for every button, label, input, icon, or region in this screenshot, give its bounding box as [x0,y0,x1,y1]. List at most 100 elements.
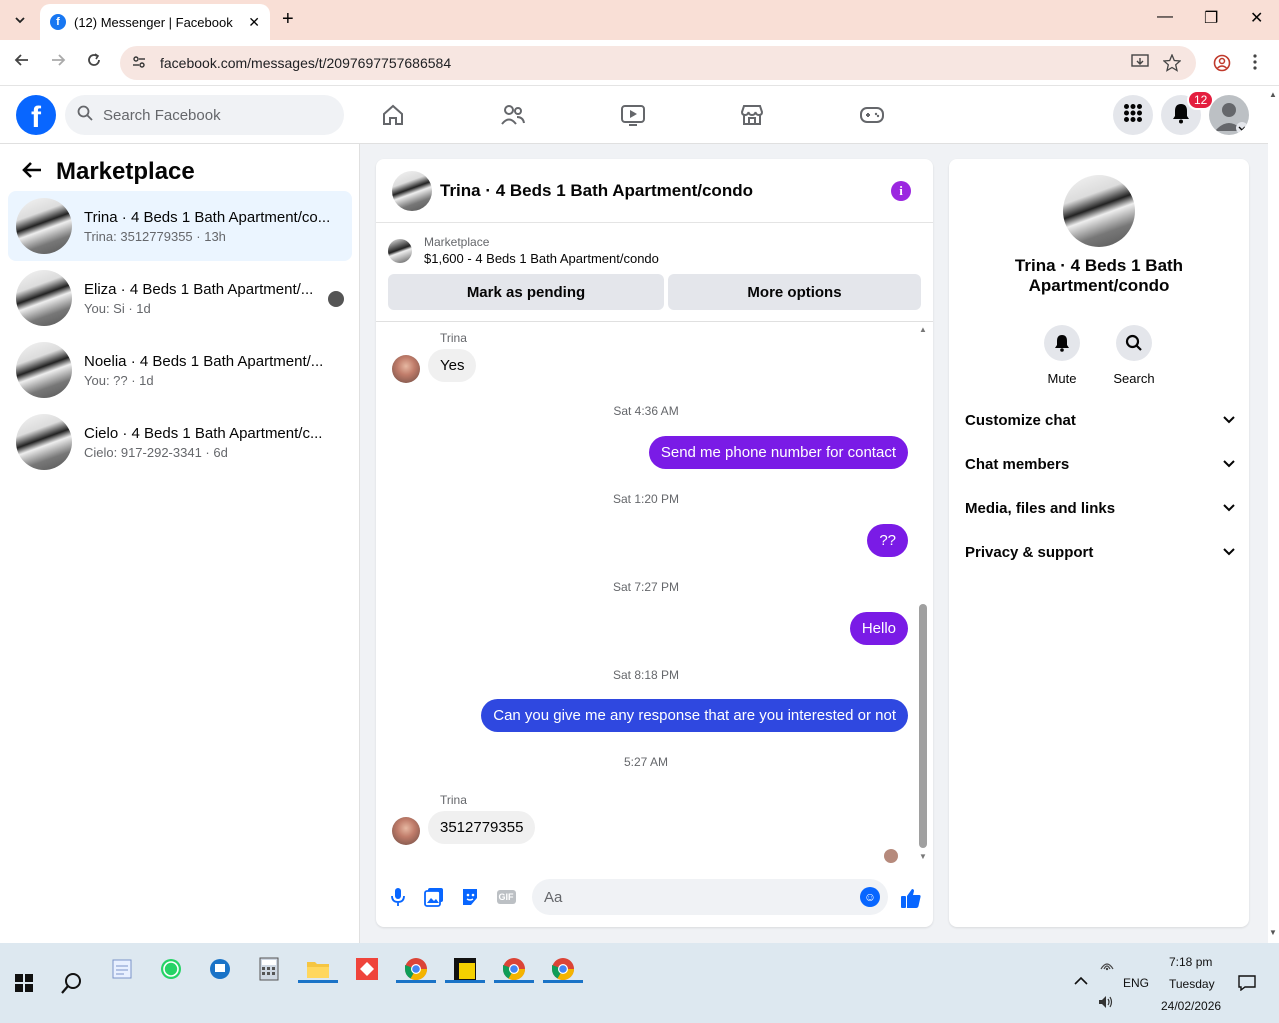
back-arrow-icon[interactable] [14,52,30,73]
info-icon[interactable]: i [891,181,911,201]
sticker-icon[interactable] [460,887,480,907]
account-avatar[interactable] [1209,95,1249,135]
anydesk-app-icon[interactable] [349,951,385,987]
conversation-name: Trina · 4 Beds 1 Bath Apartment/co... [84,208,331,226]
sender-avatar[interactable] [392,817,420,845]
taskbar-search-icon[interactable] [54,965,90,1001]
show-hidden-icons-chevron-icon[interactable] [1074,975,1088,989]
scroll-up-icon[interactable]: ▲ [919,325,927,334]
clock-time[interactable]: 7:18 pm [1169,955,1212,969]
wifi-icon[interactable] [1100,957,1114,974]
chat-members-row[interactable]: Chat members [965,449,1235,479]
marketplace-icon[interactable] [738,102,766,128]
outgoing-message[interactable]: Can you give me any response that are yo… [481,699,908,732]
notification-center-icon[interactable] [1238,975,1256,994]
search-in-conversation-button[interactable]: Search [1094,325,1174,386]
install-app-icon[interactable] [1131,54,1149,75]
message-input[interactable]: Aa ☺ [532,879,888,915]
photo-icon[interactable] [424,887,444,907]
gif-label: GIF [496,890,516,904]
listing-mini-thumbnail [388,238,412,263]
scroll-up-icon[interactable]: ▲ [1269,90,1277,99]
conversation-item[interactable]: Noelia · 4 Beds 1 Bath Apartment/... You… [8,335,352,405]
browser-menu-icon[interactable] [1253,54,1257,75]
running-indicator [298,980,338,983]
chat-scrollbar-thumb[interactable] [919,604,927,848]
tab-search-icon[interactable] [8,8,32,32]
clock-date[interactable]: 24/02/2026 [1161,999,1221,1013]
running-indicator [494,980,534,983]
incoming-message[interactable]: Yes [428,349,477,382]
sender-avatar[interactable] [392,355,420,383]
language-indicator[interactable]: ENG [1123,976,1149,990]
outgoing-message[interactable]: Send me phone number for contact [648,436,908,469]
chat-listing-thumbnail[interactable] [392,170,432,211]
site-settings-icon[interactable] [132,55,146,72]
running-indicator [445,980,485,983]
message-composer: GIF Aa ☺ [376,871,933,923]
more-options-button[interactable]: More options [668,274,921,310]
chat-header: Trina · 4 Beds 1 Bath Apartment/condo [376,159,933,223]
video-icon[interactable] [619,102,647,128]
gif-icon[interactable]: GIF [496,887,516,907]
remote-app-icon[interactable] [202,951,238,987]
privacy-support-row[interactable]: Privacy & support [965,537,1235,567]
mute-button[interactable]: Mute [1022,325,1102,386]
microphone-icon[interactable] [388,887,408,907]
tab-close-icon[interactable]: ✕ [248,14,260,31]
calculator-app-icon[interactable] [251,951,287,987]
maximize-button[interactable]: ❐ [1204,8,1218,28]
windows-start-icon[interactable] [6,965,42,1001]
notepad-app-icon[interactable] [104,951,140,987]
reload-icon[interactable] [86,52,102,73]
section-label: Media, files and links [965,499,1116,517]
url-bar[interactable]: facebook.com/messages/t/2097697757686584 [120,46,1196,80]
home-icon[interactable] [379,102,407,128]
facebook-search-input[interactable]: Search Facebook [65,95,344,135]
mark-as-pending-button[interactable]: Mark as pending [388,274,664,310]
clock-day[interactable]: Tuesday [1169,977,1215,991]
chat-title[interactable]: Trina · 4 Beds 1 Bath Apartment/condo [440,181,753,201]
incoming-message[interactable]: 3512779355 [428,811,536,844]
listing-title: $1,600 - 4 Beds 1 Bath Apartment/condo [424,251,659,266]
conversation-item[interactable]: Eliza · 4 Beds 1 Bath Apartment/... You:… [8,263,352,333]
outgoing-message[interactable]: Hello [849,612,908,645]
facebook-logo-icon[interactable]: f [16,95,56,135]
message-timestamp: Sat 7:27 PM [612,580,680,594]
windows-taskbar: ENG 7:18 pm Tuesday 24/02/2026 [0,943,1279,1023]
close-window-button[interactable]: ✕ [1250,8,1263,28]
facebook-header: f Search Facebook 12 [0,86,1268,144]
message-timestamp: Sat 4:36 AM [613,404,679,418]
minimize-button[interactable]: — [1157,8,1173,26]
chevron-down-icon [1223,501,1235,515]
back-arrow-icon[interactable] [22,158,42,186]
menu-grid-button[interactable] [1113,95,1153,135]
scroll-down-icon[interactable]: ▼ [1269,928,1277,937]
volume-icon[interactable] [1098,995,1114,1012]
sender-name: Trina [440,331,467,345]
chat-panel: Trina · 4 Beds 1 Bath Apartment/condo i … [376,159,933,927]
profile-icon[interactable] [1213,54,1231,77]
panel-title: Marketplace [56,158,195,185]
conversation-details-panel: Trina · 4 Beds 1 Bath Apartment/condo Mu… [949,159,1249,927]
page-scrollbar[interactable]: ▲ ▼ [1268,86,1279,943]
media-files-links-row[interactable]: Media, files and links [965,493,1235,523]
listing-summary[interactable]: Marketplace $1,600 - 4 Beds 1 Bath Apart… [388,235,659,266]
customize-chat-row[interactable]: Customize chat [965,405,1235,435]
scroll-down-icon[interactable]: ▼ [919,852,927,861]
gaming-icon[interactable] [858,102,886,128]
conversation-item[interactable]: Trina · 4 Beds 1 Bath Apartment/co... Tr… [8,191,352,261]
like-thumbs-up-icon[interactable] [900,887,922,909]
url-text: facebook.com/messages/t/2097697757686584 [160,55,452,71]
bookmark-star-icon[interactable] [1162,53,1182,77]
conversation-item[interactable]: Cielo · 4 Beds 1 Bath Apartment/c... Cie… [8,407,352,477]
outgoing-message[interactable]: ?? [867,524,908,557]
forward-arrow-icon[interactable] [50,52,66,73]
new-tab-button[interactable]: + [282,8,294,30]
friends-icon[interactable] [499,102,527,128]
browser-tab[interactable]: f (12) Messenger | Facebook ✕ [40,4,270,40]
whatsapp-app-icon[interactable] [153,951,189,987]
emoji-icon[interactable]: ☺ [860,887,880,907]
running-indicator [543,980,583,983]
listing-profile-image[interactable] [1063,175,1135,247]
